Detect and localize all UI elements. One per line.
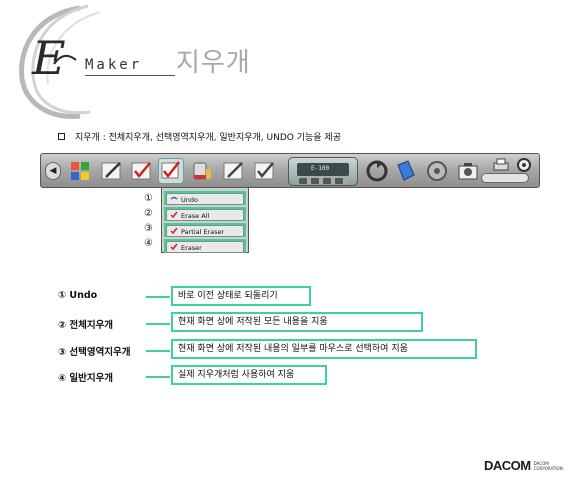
- bullet-square-icon: [58, 133, 65, 140]
- pen-icon-2[interactable]: [221, 158, 247, 184]
- legend-box-erase-all: 현재 화면 상에 저작된 모든 내용을 지움: [171, 312, 423, 332]
- company-logo: DACOM DACOM CORPORATION: [484, 458, 563, 473]
- menu-number-4: ④: [144, 238, 153, 249]
- maker-word: Maker: [85, 57, 143, 73]
- toolbar: ◀ E-100: [40, 153, 540, 188]
- screen-panel[interactable]: E-100: [288, 157, 358, 186]
- eraser-icon: [161, 161, 180, 179]
- menu-item-label: Eraser: [181, 244, 202, 252]
- eraser-dropdown-menu: Undo Erase All Partial Eraser Eraser: [161, 187, 249, 253]
- legend-label-partial-eraser: ③ 선택영역지우개: [58, 347, 131, 358]
- menu-item-erase-all[interactable]: Erase All: [166, 209, 244, 221]
- screen-controls[interactable]: [299, 178, 347, 184]
- menu-number-2: ②: [144, 208, 153, 219]
- undo-icon: [170, 196, 178, 200]
- arrow-left-icon[interactable]: ◀: [45, 162, 61, 180]
- legend-label-undo: ① Undo: [58, 290, 98, 301]
- company-name: DACOM: [484, 458, 531, 473]
- legend-connector: [146, 296, 170, 298]
- check-pen-icon-2[interactable]: [252, 158, 278, 184]
- refresh-icon[interactable]: [364, 158, 390, 184]
- screen-display: E-100: [297, 163, 349, 176]
- check-pen-icon[interactable]: [129, 158, 155, 184]
- target-icon[interactable]: [515, 156, 533, 174]
- check-icon: [170, 244, 178, 250]
- camera-icon[interactable]: [455, 158, 481, 184]
- pen-icon[interactable]: [99, 158, 125, 184]
- windows-icon[interactable]: [67, 158, 93, 184]
- menu-item-eraser[interactable]: Eraser: [166, 241, 244, 253]
- legend-connector: [146, 376, 170, 378]
- menu-item-partial-eraser[interactable]: Partial Eraser: [166, 225, 244, 237]
- page-title: 지우개: [176, 48, 251, 78]
- book-icon[interactable]: [393, 158, 419, 184]
- maker-underline: [85, 75, 175, 76]
- printer-icon[interactable]: [491, 156, 511, 174]
- description-text: 지우개 : 전체지우개, 선택영역지우개, 일반지우개, UNDO 기능을 제공: [75, 133, 341, 143]
- screen-label: E-100: [311, 165, 330, 172]
- menu-number-1: ①: [144, 193, 153, 204]
- menu-item-undo[interactable]: Undo: [166, 193, 244, 205]
- menu-number-3: ③: [144, 223, 153, 234]
- check-icon: [170, 212, 178, 218]
- company-subtitle: DACOM CORPORATION: [533, 460, 563, 471]
- legend-connector: [146, 323, 170, 325]
- legend-label-eraser: ④ 일반지우개: [58, 373, 114, 384]
- check-icon: [170, 228, 178, 234]
- menu-item-label: Undo: [181, 196, 198, 204]
- eraser-tool-button[interactable]: [158, 158, 184, 184]
- menu-item-label: Erase All: [181, 212, 210, 220]
- legend-label-erase-all: ② 전체지우개: [58, 320, 114, 331]
- legend-box-eraser: 실제 지우개처럼 사용하여 지움: [171, 365, 327, 385]
- paint-bucket-icon[interactable]: [189, 158, 215, 184]
- emaker-logo: E Maker 지우개: [10, 4, 270, 124]
- wheel-icon[interactable]: [424, 158, 450, 184]
- menu-item-label: Partial Eraser: [181, 228, 225, 236]
- legend-box-partial-eraser: 현재 화면 상에 저작된 내용의 일부를 마우스로 선택하여 지움: [171, 339, 477, 359]
- description-line: 지우개 : 전체지우개, 선택영역지우개, 일반지우개, UNDO 기능을 제공: [58, 130, 341, 143]
- legend-connector: [146, 350, 170, 352]
- toolbar-scroll-pill[interactable]: [481, 173, 529, 183]
- legend-box-undo: 바로 이전 상태로 되돌리기: [171, 286, 311, 306]
